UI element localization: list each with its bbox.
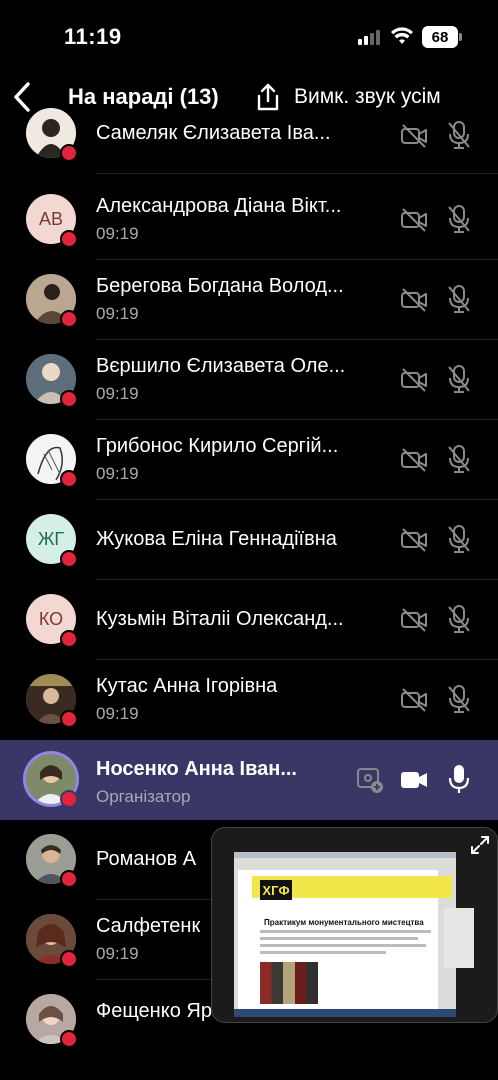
- cellular-signal-icon: [358, 29, 382, 45]
- side-panel: [444, 908, 474, 968]
- participant-row[interactable]: КО Кузьмін Віталіі Олександ...: [0, 580, 498, 660]
- camera-off-icon: [401, 124, 427, 148]
- status-dot: [60, 710, 78, 728]
- status-dot: [60, 144, 78, 162]
- participant-name: Жукова Еліна Геннадіївна: [96, 528, 337, 550]
- artwork-thumbnail: [260, 962, 318, 1004]
- organizer-row[interactable]: Носенко Анна Іван... Організатор: [0, 740, 498, 820]
- status-bar: 11:19 68: [0, 0, 498, 74]
- participant-row[interactable]: ЖГ Жукова Еліна Геннадіївна: [0, 500, 498, 580]
- camera-off-icon: [401, 288, 427, 312]
- status-dot: [60, 870, 78, 888]
- status-dot: [60, 790, 78, 808]
- participant-row[interactable]: Кутас Анна Ігорівна 09:19: [0, 660, 498, 740]
- expand-icon[interactable]: [469, 834, 491, 856]
- status-dot: [60, 390, 78, 408]
- participant-name: Носенко Анна Іван...: [96, 758, 297, 780]
- participant-row[interactable]: Грибонос Кирило Сергій... 09:19: [0, 420, 498, 500]
- wifi-icon: [391, 27, 413, 44]
- mic-off-icon: [448, 685, 470, 713]
- status-dot: [60, 950, 78, 968]
- camera-on-icon: [401, 772, 427, 788]
- join-time: 09:19: [96, 304, 139, 323]
- battery-icon: 68: [422, 26, 458, 48]
- participant-row[interactable]: Вєршило Єлизавета Оле... 09:19: [0, 340, 498, 420]
- participant-row[interactable]: Берегова Богдана Волод... 09:19: [0, 260, 498, 340]
- participant-row[interactable]: Самеляк Єлизавета Іва...: [0, 98, 498, 174]
- camera-off-icon: [401, 608, 427, 632]
- participant-name: Кузьмін Віталіі Олександ...: [96, 608, 344, 630]
- mic-off-icon: [448, 205, 470, 233]
- join-time: 09:19: [96, 224, 139, 243]
- camera-off-icon: [401, 448, 427, 472]
- status-time: 11:19: [64, 24, 122, 49]
- participant-name: Самеляк Єлизавета Іва...: [96, 122, 331, 144]
- mic-off-icon: [448, 121, 470, 149]
- document-title: Практикум монументального мистецтва: [264, 918, 424, 927]
- join-time: 09:19: [96, 384, 139, 403]
- taskbar: [234, 1009, 456, 1017]
- organizer-role: Організатор: [96, 787, 191, 806]
- status-dot: [60, 1030, 78, 1048]
- status-dot: [60, 310, 78, 328]
- join-time: 09:19: [96, 944, 139, 963]
- document-text-lines: [260, 930, 440, 958]
- shared-screen-preview[interactable]: ХГФ Практикум монументального мистецтва: [211, 827, 498, 1023]
- status-dot: [60, 630, 78, 648]
- camera-off-icon: [401, 368, 427, 392]
- camera-off-icon: [401, 528, 427, 552]
- mic-off-icon: [448, 605, 470, 633]
- join-time: 09:19: [96, 704, 139, 723]
- mic-off-icon: [448, 365, 470, 393]
- mic-off-icon: [448, 525, 470, 553]
- mic-off-icon: [448, 285, 470, 313]
- screen-share-icon[interactable]: [356, 766, 384, 794]
- participant-name: Кутас Анна Ігорівна: [96, 675, 278, 697]
- participant-name: Александрова Діана Вікт...: [96, 195, 342, 217]
- camera-off-icon: [401, 208, 427, 232]
- status-dot: [60, 230, 78, 248]
- participant-name: Вєршило Єлизавета Оле...: [96, 355, 346, 377]
- participant-name: Берегова Богдана Волод...: [96, 275, 344, 297]
- status-dot: [60, 550, 78, 568]
- battery-tip: [459, 33, 462, 41]
- shared-screen-content: ХГФ Практикум монументального мистецтва: [234, 852, 474, 1017]
- participant-row[interactable]: АВ Александрова Діана Вікт... 09:19: [0, 180, 498, 260]
- camera-off-icon: [401, 688, 427, 712]
- divider: [96, 173, 498, 174]
- mic-off-icon: [448, 445, 470, 473]
- faculty-logo: ХГФ: [260, 880, 292, 900]
- join-time: 09:19: [96, 464, 139, 483]
- window-titlebar: [234, 852, 456, 858]
- status-dot: [60, 470, 78, 488]
- participant-name: Грибонос Кирило Сергій...: [96, 435, 339, 457]
- mic-on-icon: [448, 765, 470, 793]
